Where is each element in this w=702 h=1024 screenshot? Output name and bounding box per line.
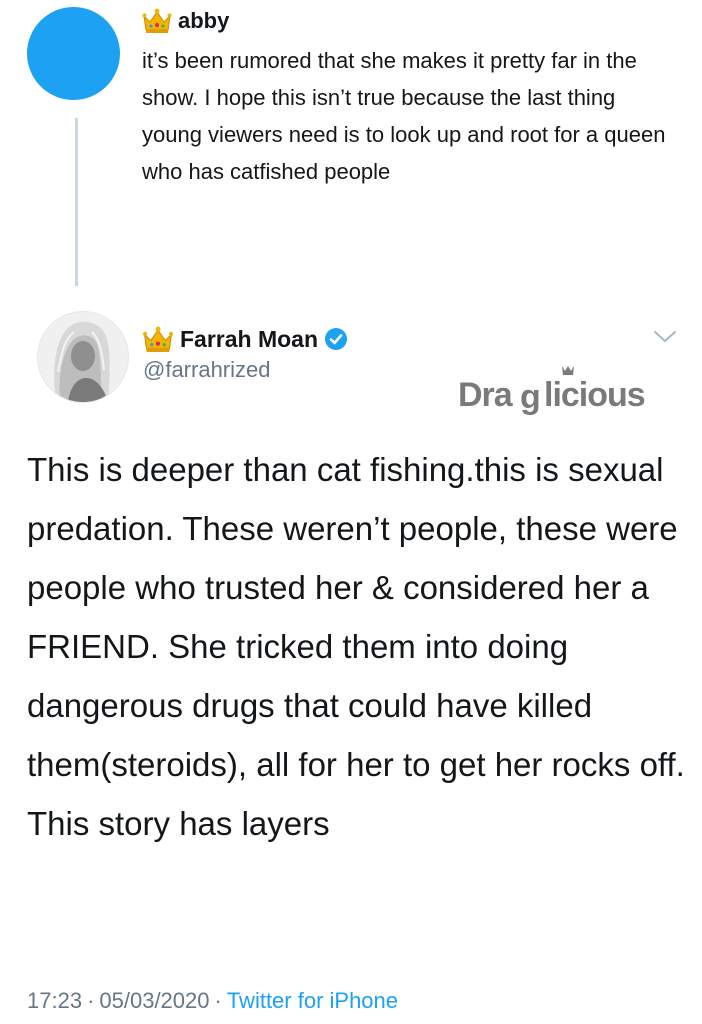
tweet-date[interactable]: 05/03/2020	[99, 986, 209, 1016]
parent-display-name[interactable]: abby	[178, 8, 229, 34]
crown-icon	[142, 326, 174, 352]
svg-text:licious: licious	[544, 376, 645, 414]
draglicious-watermark-logo: Dra g licious	[458, 366, 646, 416]
main-header: Farrah Moan	[142, 322, 348, 356]
svg-text:Dra: Dra	[458, 376, 514, 414]
meta-separator: ·	[87, 988, 95, 1013]
tweet-time[interactable]: 17:23	[27, 986, 82, 1016]
tweet-source-link[interactable]: Twitter for iPhone	[227, 986, 398, 1016]
parent-avatar[interactable]	[27, 7, 120, 100]
tweet-meta: 17:23 · 05/03/2020 · Twitter for iPhone	[27, 986, 398, 1016]
main-handle[interactable]: @farrahrized	[143, 357, 271, 383]
chevron-down-icon[interactable]	[652, 328, 678, 346]
verified-badge-icon	[325, 328, 348, 350]
main-avatar[interactable]	[37, 311, 129, 403]
thread-line	[75, 118, 78, 286]
main-display-name[interactable]: Farrah Moan	[180, 326, 318, 353]
parent-header: abby	[142, 6, 229, 36]
avatar-image	[38, 312, 128, 402]
svg-text:g: g	[520, 378, 541, 416]
main-tweet-text: This is deeper than cat fishing.this is …	[27, 451, 685, 842]
crown-icon	[142, 8, 172, 33]
meta-separator: ·	[214, 988, 222, 1013]
parent-tweet-text: it’s been rumored that she makes it pret…	[142, 48, 666, 184]
